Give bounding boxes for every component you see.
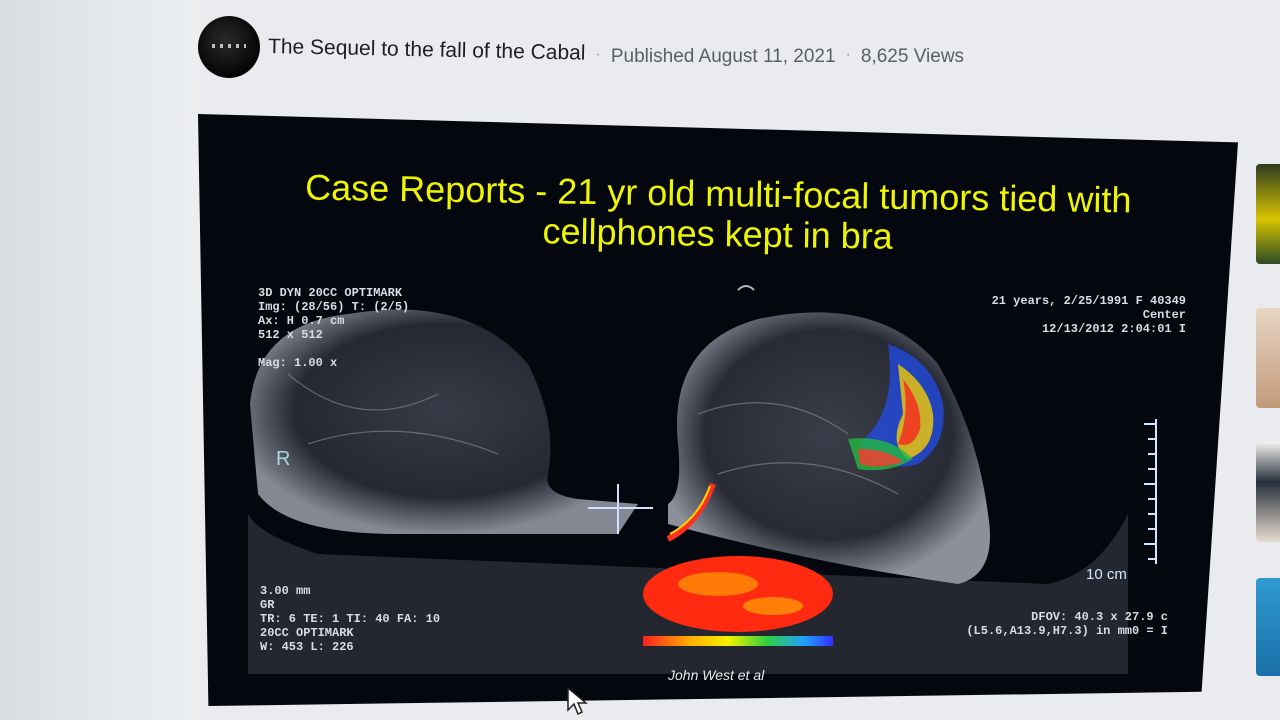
separator-dot: · — [595, 46, 601, 63]
info-line: 12/13/2012 2:04:01 I — [1041, 322, 1186, 336]
related-videos-sidebar — [1246, 150, 1280, 720]
post-header: The Sequel to the fall of the Cabal · Pu… — [198, 12, 1098, 82]
info-line: 21 years, 2/25/1991 F 40349 — [991, 294, 1186, 308]
related-video-thumbnail[interactable] — [1256, 442, 1280, 542]
info-line: GR — [260, 598, 275, 612]
scan-info-top-left: 3D DYN 20CC OPTIMARK Img: (28/56) T: (2/… — [258, 286, 409, 370]
scale-label: 10 cm — [1086, 566, 1127, 583]
view-count: 8,625 Views — [860, 46, 965, 67]
related-video-thumbnail[interactable] — [1256, 578, 1280, 676]
avatar-logo-icon — [212, 44, 246, 48]
left-gutter — [0, 0, 200, 720]
info-line: 512 x 512 — [258, 328, 323, 342]
scan-info-bottom-right: DFOV: 40.3 x 27.9 c (L5.6,A13.9,H7.3) in… — [918, 610, 1168, 638]
published-date: Published August 11, 2021 — [610, 46, 836, 67]
separator-dot: · — [845, 46, 851, 63]
info-line: Ax: H 0.7 cm — [258, 314, 345, 328]
info-line: TR: 6 TE: 1 TI: 40 FA: 10 — [260, 612, 441, 626]
scan-info-bottom-left: 3.00 mm GR TR: 6 TE: 1 TI: 40 FA: 10 20C… — [260, 584, 440, 654]
channel-name-link[interactable]: The Sequel to the fall of the Cabal — [268, 35, 586, 66]
related-video-thumbnail[interactable] — [1256, 308, 1280, 408]
scan-info-top-right: 21 years, 2/25/1991 F 40349 Center 12/13… — [946, 294, 1186, 336]
info-line: DFOV: 40.3 x 27.9 c — [1031, 610, 1168, 624]
info-line: 3D DYN 20CC OPTIMARK — [258, 286, 403, 300]
side-marker: R — [276, 448, 291, 470]
info-line: 20CC OPTIMARK — [260, 626, 354, 640]
info-line: W: 453 L: 226 — [260, 640, 354, 654]
info-line: Mag: 1.00 x — [258, 356, 338, 370]
video-player[interactable]: Case Reports - 21 yr old multi-focal tum… — [198, 114, 1238, 706]
channel-avatar[interactable] — [198, 16, 260, 78]
mouse-cursor-icon — [567, 686, 588, 716]
info-line: Center — [1142, 308, 1186, 322]
info-line: (L5.6,A13.9,H7.3) in mm0 = I — [966, 624, 1168, 638]
related-video-thumbnail[interactable] — [1256, 164, 1280, 264]
slide-author-credit: John West et al — [668, 667, 765, 683]
info-line: 3.00 mm — [260, 584, 311, 598]
info-line: Img: (28/56) T: (2/5) — [258, 300, 410, 314]
